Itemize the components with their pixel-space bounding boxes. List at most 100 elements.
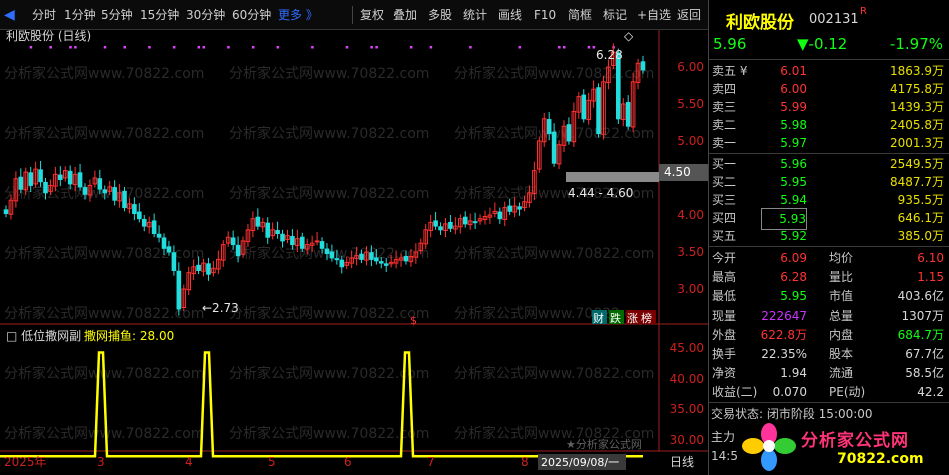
- x-tick-label: 4: [185, 455, 193, 469]
- bid-volume: 385.0万: [897, 229, 944, 243]
- tab-period-5min[interactable]: 5分钟: [101, 5, 133, 25]
- y-tick-label: 5.00: [677, 134, 704, 148]
- stat-key: 最低: [712, 289, 737, 304]
- candle-body: [176, 270, 182, 310]
- ask-label: 卖三: [712, 100, 737, 114]
- signal-dot: [558, 46, 561, 49]
- price-change: ▼-0.12: [797, 35, 848, 53]
- ask-row[interactable]: 卖一 5.97 2001.3万: [709, 133, 949, 153]
- ask-row[interactable]: 卖五 ¥ 6.01 1863.9万: [709, 61, 949, 81]
- toolbar: ◀ 分时 1分钟 5分钟 15分钟 30分钟 60分钟 更多 》 复权 叠加 多…: [0, 0, 708, 30]
- signal-dot: [29, 46, 33, 49]
- candle-body: [546, 119, 552, 135]
- f10-button[interactable]: F10: [534, 5, 556, 25]
- candle-body: [112, 187, 117, 201]
- multi-stock-button[interactable]: 多股: [428, 5, 452, 25]
- stat-key: 总量: [829, 308, 854, 323]
- mark-button[interactable]: 标记: [603, 5, 627, 25]
- bid-price: 5.92: [780, 229, 807, 243]
- fuquan-button[interactable]: 复权: [360, 5, 384, 25]
- candle-body: [77, 172, 83, 188]
- range-label: 4.44 - 4.60: [568, 186, 633, 200]
- bid-volume: 646.1万: [897, 211, 944, 225]
- stat-value: 222647: [761, 308, 807, 323]
- stat-key: 收益(二): [712, 385, 758, 400]
- candle-body: [438, 226, 443, 231]
- watermark-text: 分析家公式网www.70822.com: [4, 305, 204, 322]
- tab-period-15min[interactable]: 15分钟: [140, 5, 179, 25]
- stat-value: 6.09: [780, 251, 807, 265]
- bid-row[interactable]: 买二 5.95 8487.7万: [709, 172, 949, 192]
- ask-price: 5.99: [780, 100, 807, 114]
- stat-key: 最高: [712, 270, 737, 285]
- candle-body: [280, 233, 285, 242]
- bid-row[interactable]: 买四 5.93 646.1万: [709, 208, 949, 230]
- ask-volume: 1439.3万: [890, 100, 944, 114]
- ask-row[interactable]: 卖四 6.00 4175.8万: [709, 79, 949, 99]
- watermark-text: 分析家公式网www.70822.com: [454, 65, 654, 82]
- price-marker-label: 4.50: [664, 165, 691, 179]
- ind-y-tick: 40.00: [670, 372, 704, 386]
- cursor-date-label: 2025/09/08/一: [541, 456, 619, 469]
- watermark-text: 分析家公式网www.70822.com: [4, 125, 204, 142]
- candle-body: [462, 216, 468, 225]
- time-label: 14:5: [711, 449, 738, 463]
- tab-period-60min[interactable]: 60分钟: [232, 5, 271, 25]
- ask-row[interactable]: 卖二 5.98 2405.8万: [709, 115, 949, 135]
- candle-body: [166, 246, 172, 253]
- bid-volume: 8487.7万: [890, 175, 944, 189]
- badge-down-label: 跌: [610, 311, 621, 325]
- watermark-text: 分析家公式网www.70822.com: [4, 185, 204, 202]
- tab-period-1min[interactable]: 1分钟: [64, 5, 96, 25]
- watermark-text: 分析家公式网www.70822.com: [229, 65, 429, 82]
- toolbar-divider: [352, 6, 353, 24]
- ask-row[interactable]: 卖三 5.99 1439.3万: [709, 97, 949, 117]
- main-chart-title: 利欧股份 (日线): [6, 30, 91, 43]
- ask-volume: 2405.8万: [890, 118, 944, 132]
- site-logo: 分析家公式网 70822.com: [739, 420, 949, 475]
- add-watchlist-button[interactable]: +自选: [637, 5, 671, 25]
- candle-body: [507, 205, 512, 212]
- tab-period-30min[interactable]: 30分钟: [186, 5, 225, 25]
- stats-button[interactable]: 统计: [463, 5, 487, 25]
- bid-row[interactable]: 买五 5.92 385.0万: [709, 226, 949, 246]
- stat-key: 换手: [712, 347, 737, 361]
- ask-price: 5.98: [780, 118, 807, 132]
- stat-value: 58.5亿: [905, 366, 944, 381]
- diamond-icon[interactable]: ◇: [624, 30, 634, 43]
- kline-chart-area[interactable]: 分析家公式网www.70822.com 分析家公式网www.70822.com 分析…: [0, 30, 708, 475]
- bid-label: 买一: [712, 157, 737, 171]
- stat-key: PE(动): [829, 385, 866, 400]
- candle-body: [566, 124, 572, 142]
- more-button[interactable]: 更多 》: [278, 5, 318, 25]
- bid-row[interactable]: 买一 5.96 2549.5万: [709, 154, 949, 174]
- divider: [709, 246, 949, 247]
- bid-label: 买四: [712, 211, 737, 225]
- candle-body: [369, 252, 374, 260]
- ask-volume: 1863.9万: [890, 64, 944, 78]
- signal-dot: [409, 46, 413, 49]
- ask-label: 卖五 ¥: [712, 64, 748, 78]
- watermark-text: 分析家公式网www.70822.com: [4, 425, 204, 442]
- watermark-text: 分析家公式网www.70822.com: [4, 65, 204, 82]
- signal-dot: [251, 46, 255, 49]
- watermark-text: 分析家公式网www.70822.com: [229, 365, 429, 382]
- return-button[interactable]: 返回: [677, 5, 701, 25]
- ask-volume: 2001.3万: [890, 136, 944, 150]
- stat-value: 1.15: [917, 270, 944, 285]
- ind-y-tick: 35.00: [670, 402, 704, 416]
- indicator-collapse-icon[interactable]: □: [6, 329, 17, 343]
- back-arrow-icon[interactable]: ◀: [4, 7, 16, 23]
- badge-rank-label: 榜: [641, 311, 652, 325]
- bid-row[interactable]: 买三 5.94 935.5万: [709, 190, 949, 210]
- simple-frame-button[interactable]: 简框: [568, 5, 592, 25]
- overlay-button[interactable]: 叠加: [393, 5, 417, 25]
- x-tick-label: 3: [97, 455, 105, 469]
- watermark-text: 分析家公式网www.70822.com: [229, 425, 429, 442]
- candle-body: [18, 176, 24, 190]
- candle-body: [616, 52, 621, 120]
- candlestick-series: [3, 43, 646, 316]
- tab-period-fenshi[interactable]: 分时: [32, 5, 56, 25]
- signal-dot: [311, 46, 314, 49]
- draw-line-button[interactable]: 画线: [498, 5, 522, 25]
